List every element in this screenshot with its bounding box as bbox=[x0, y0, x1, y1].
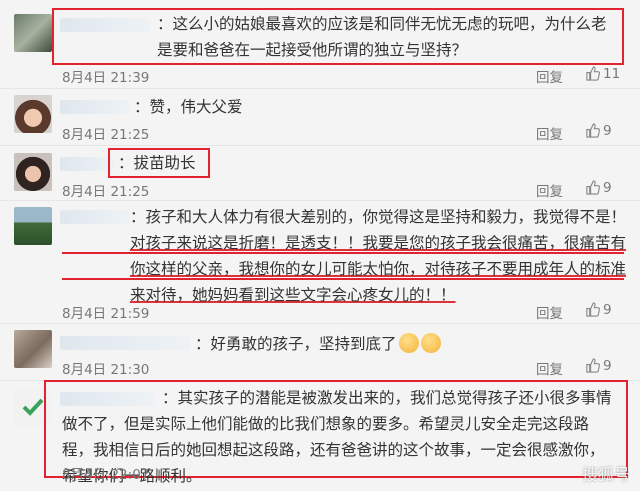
username-blurred[interactable] bbox=[60, 336, 190, 350]
reply-button[interactable]: 回复 bbox=[536, 66, 563, 86]
thumbs-up-icon bbox=[586, 358, 601, 373]
username-blurred[interactable] bbox=[60, 157, 115, 171]
comment-text: ：赞，伟大父爱 bbox=[134, 98, 243, 116]
separator bbox=[0, 88, 640, 89]
like-count: 9 bbox=[603, 180, 612, 196]
comment-text-underlined: 对孩子来说这是折磨！是透支！！我要是您的孩子我会很痛苦，很痛苦有你这样的父亲，我… bbox=[130, 234, 627, 304]
like-button[interactable]: 9 bbox=[585, 358, 612, 374]
like-button[interactable]: 9 bbox=[585, 302, 612, 318]
underline bbox=[62, 252, 624, 254]
comment-time: 8月4日 21:39 bbox=[62, 70, 150, 86]
like-count: 9 bbox=[603, 123, 612, 139]
avatar[interactable] bbox=[14, 330, 52, 368]
comment-text: ：孩子和大人体力有很大差别的，你觉得这是坚持和毅力，我觉得不是！ 对孩子来说这是折… bbox=[130, 204, 630, 308]
separator bbox=[0, 323, 640, 324]
thumbs-up-icon bbox=[586, 66, 601, 81]
thumbs-up-icon bbox=[586, 123, 601, 138]
comment-time: 8月4日 21:25 bbox=[62, 127, 150, 143]
like-count: 9 bbox=[603, 302, 612, 318]
avatar[interactable] bbox=[14, 153, 52, 191]
comment-time: 8月4日 21:25 bbox=[62, 184, 150, 200]
comment-time: 8月4日 21:59 bbox=[62, 306, 150, 322]
comment-text-body: ：好勇敢的孩子，坚持到底了 bbox=[195, 335, 397, 353]
username-blurred[interactable] bbox=[60, 100, 130, 114]
watermark: 搜狐号 bbox=[581, 465, 630, 484]
like-count: 9 bbox=[603, 358, 612, 374]
underline bbox=[62, 278, 624, 280]
clap-emoji-icon bbox=[420, 333, 441, 353]
comment-text-part-1: ：孩子和大人体力有很大差别的，你觉得这是坚持和毅力，我觉得不是！ bbox=[130, 208, 627, 226]
reply-button[interactable]: 回复 bbox=[536, 302, 563, 322]
clap-emoji-icon bbox=[398, 333, 419, 353]
reply-button[interactable]: 回复 bbox=[536, 123, 563, 143]
avatar[interactable] bbox=[14, 14, 52, 52]
comment-text: ：拔苗助长 bbox=[118, 154, 196, 172]
separator bbox=[0, 200, 640, 201]
username-blurred[interactable] bbox=[60, 210, 130, 224]
thumbs-up-icon bbox=[586, 302, 601, 317]
reply-button[interactable]: 回复 bbox=[536, 180, 563, 200]
comment-text: ：好勇敢的孩子，坚持到底了 bbox=[195, 331, 615, 357]
like-count: 11 bbox=[603, 66, 621, 82]
comment-text: ：这么小的姑娘最喜欢的应该是和同伴无忧无虑的玩吧，为什么老是要和爸爸在一起接受他… bbox=[157, 15, 607, 59]
thumbs-up-icon bbox=[586, 180, 601, 195]
avatar[interactable] bbox=[14, 95, 52, 133]
comment-time: 8月4日 22:07 bbox=[62, 467, 150, 483]
avatar[interactable] bbox=[14, 207, 52, 245]
separator bbox=[0, 145, 640, 146]
like-button[interactable]: 9 bbox=[585, 123, 612, 139]
like-button[interactable]: 11 bbox=[585, 66, 620, 82]
like-button[interactable]: 9 bbox=[585, 180, 612, 196]
comment-time: 8月4日 21:30 bbox=[62, 362, 150, 378]
reply-button[interactable]: 回复 bbox=[536, 358, 563, 378]
